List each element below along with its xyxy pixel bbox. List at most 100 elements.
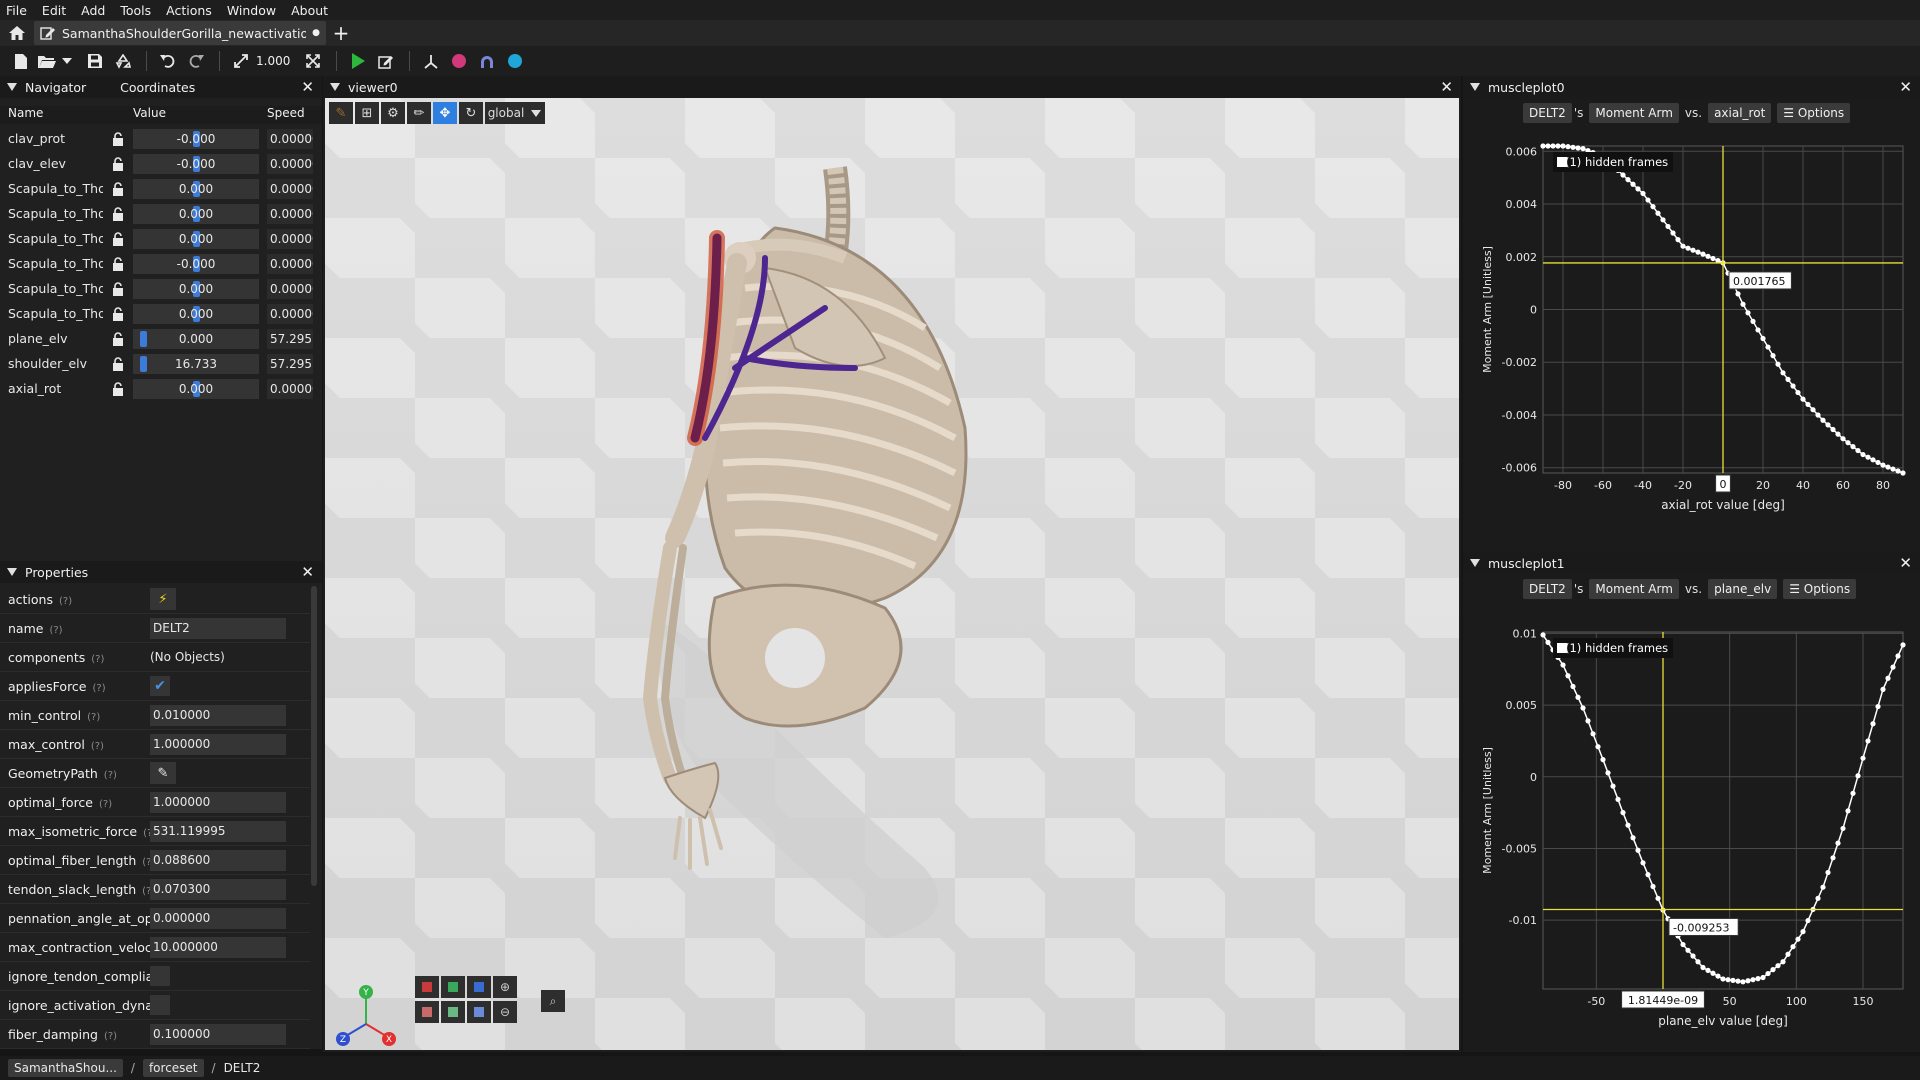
collapse-triangle-icon[interactable] — [330, 83, 340, 91]
undo-button[interactable] — [155, 49, 181, 73]
property-help-icon[interactable]: (?) — [104, 1031, 117, 1042]
scale-button[interactable] — [228, 49, 254, 73]
coordinate-value-slider[interactable]: 0.000 — [133, 228, 259, 249]
measure-selector[interactable]: Moment Arm — [1589, 103, 1679, 123]
menu-add[interactable]: Add — [81, 3, 105, 18]
property-help-icon[interactable]: (?) — [59, 596, 72, 607]
view-plus-z-button[interactable] — [467, 976, 491, 998]
menu-file[interactable]: File — [6, 3, 27, 18]
manipulator-frame-select[interactable]: global — [485, 102, 527, 124]
toggle-wrap-geometry-button[interactable] — [474, 49, 500, 73]
autoscale-button[interactable] — [300, 49, 326, 73]
measure-selector[interactable]: Moment Arm — [1589, 579, 1679, 599]
menu-actions[interactable]: Actions — [166, 3, 212, 18]
navigator-tab[interactable]: Navigator — [25, 80, 86, 95]
property-value-input[interactable]: 0.000000 — [150, 907, 286, 929]
lock-toggle[interactable] — [103, 281, 133, 296]
coordinate-value-slider[interactable]: 0.000 — [133, 303, 259, 324]
properties-scrollbar[interactable] — [311, 586, 317, 886]
render-settings-button[interactable]: ⚙ — [381, 102, 405, 124]
scale-factor-value[interactable]: 1.000 — [256, 54, 290, 68]
slider-handle[interactable] — [140, 330, 148, 347]
coordinate-speed-field[interactable]: 0.000000 — [267, 303, 313, 324]
zoom-in-button[interactable]: ⊕ — [493, 976, 517, 998]
collapse-triangle-icon[interactable] — [7, 83, 17, 91]
close-icon[interactable]: ✕ — [301, 563, 314, 581]
property-help-icon[interactable]: (?) — [99, 799, 112, 810]
plot-options-button[interactable]: ☰ Options — [1783, 579, 1857, 599]
zoom-out-button[interactable]: ⊖ — [493, 1001, 517, 1023]
property-value-input[interactable]: 1.000000 — [150, 733, 286, 755]
muscle-selector[interactable]: DELT2 — [1523, 103, 1572, 123]
breadcrumb-forceset[interactable]: forceset — [142, 1059, 204, 1077]
coordinates-tab[interactable]: Coordinates — [120, 80, 195, 95]
draw-tool-button[interactable]: ✏ — [407, 102, 431, 124]
menu-tools[interactable]: Tools — [120, 3, 151, 18]
coordinate-value-slider[interactable]: 16.733 — [133, 353, 259, 374]
close-icon[interactable]: ✕ — [1899, 554, 1912, 572]
coordinate-value-slider[interactable]: 0.000 — [133, 203, 259, 224]
property-help-icon[interactable]: (?) — [87, 712, 100, 723]
view-minus-y-button[interactable] — [441, 1001, 465, 1023]
property-checkbox[interactable]: ✔ — [150, 676, 170, 696]
coordinate-speed-field[interactable]: 0.000000 — [267, 378, 313, 399]
breadcrumb-model[interactable]: SamanthaShou... — [8, 1059, 123, 1077]
save-button[interactable] — [82, 49, 108, 73]
coordinate-speed-field[interactable]: 0.000000 — [267, 278, 313, 299]
property-action-button[interactable]: ⚡ — [150, 588, 176, 610]
menu-about[interactable]: About — [291, 3, 328, 18]
close-icon[interactable]: ✕ — [301, 78, 314, 96]
moment-arm-chart-1[interactable]: -50050100150-0.01-0.00500.0050.01plane_e… — [1463, 604, 1920, 1052]
coordinate-value-slider[interactable]: 0.000 — [133, 328, 259, 349]
moment-arm-chart-0[interactable]: -80 -60 -40 -20 0 20 40 60 80 -0.006 -0.004 -0.002 0… — [1463, 128, 1920, 552]
collapse-triangle-icon[interactable] — [1470, 83, 1480, 91]
view-plus-x-button[interactable] — [415, 976, 439, 998]
lock-toggle[interactable] — [103, 231, 133, 246]
coordinate-speed-field[interactable]: 0.000000 — [267, 153, 313, 174]
perspective-button[interactable]: ⊞ — [355, 102, 379, 124]
lock-toggle[interactable] — [103, 381, 133, 396]
property-help-icon[interactable]: (?) — [142, 886, 150, 897]
close-icon[interactable]: ✕ — [1899, 78, 1912, 96]
menu-window[interactable]: Window — [227, 3, 276, 18]
lock-toggle[interactable] — [103, 356, 133, 371]
lock-toggle[interactable] — [103, 131, 133, 146]
property-help-icon[interactable]: (?) — [49, 625, 62, 636]
close-icon[interactable]: ✕ — [1440, 78, 1453, 96]
recent-files-dropdown[interactable] — [60, 49, 74, 73]
coordinate-value-slider[interactable]: 0.000 — [133, 178, 259, 199]
collapse-triangle-icon[interactable] — [7, 568, 17, 576]
frame-dropdown-button[interactable] — [527, 102, 545, 124]
lock-toggle[interactable] — [103, 206, 133, 221]
property-value-input[interactable]: 0.070300 — [150, 878, 286, 900]
new-tab-button[interactable]: + — [326, 21, 356, 45]
property-help-icon[interactable]: (?) — [91, 654, 104, 665]
coordinate-speed-field[interactable]: 0.000000 — [267, 178, 313, 199]
lock-toggle[interactable] — [103, 156, 133, 171]
property-checkbox[interactable] — [150, 966, 170, 986]
view-minus-z-button[interactable] — [467, 1001, 491, 1023]
toggle-contact-geometry-button[interactable] — [502, 49, 528, 73]
coordinate-speed-field[interactable]: 0.000000 — [267, 128, 313, 149]
lock-toggle[interactable] — [103, 331, 133, 346]
property-value-input[interactable]: 0.088600 — [150, 849, 286, 871]
coordinate-speed-field[interactable]: 57.295780 — [267, 353, 313, 374]
property-value-input[interactable]: DELT2 — [150, 617, 286, 639]
coordinate-selector[interactable]: plane_elv — [1708, 579, 1778, 599]
property-help-icon[interactable]: (?) — [143, 828, 150, 839]
measure-tool-button[interactable]: ✎ — [329, 102, 353, 124]
open-folder-button[interactable] — [36, 49, 58, 73]
autofocus-button[interactable]: ⌕ — [541, 990, 565, 1012]
property-value-input[interactable]: 0.100000 — [150, 1023, 286, 1045]
rotate-gizmo-button[interactable]: ↻ — [459, 102, 483, 124]
coordinate-value-slider[interactable]: -0.000 — [133, 153, 259, 174]
coordinate-speed-field[interactable]: 0.000000 — [267, 228, 313, 249]
property-help-icon[interactable]: (?) — [93, 683, 106, 694]
muscle-selector[interactable]: DELT2 — [1523, 579, 1572, 599]
property-help-icon[interactable]: (?) — [142, 857, 150, 868]
toggle-frames-button[interactable] — [418, 49, 444, 73]
coordinate-value-slider[interactable]: -0.000 — [133, 128, 259, 149]
property-help-icon[interactable]: (?) — [91, 741, 104, 752]
redo-button[interactable] — [183, 49, 209, 73]
home-tab-button[interactable] — [0, 20, 34, 46]
